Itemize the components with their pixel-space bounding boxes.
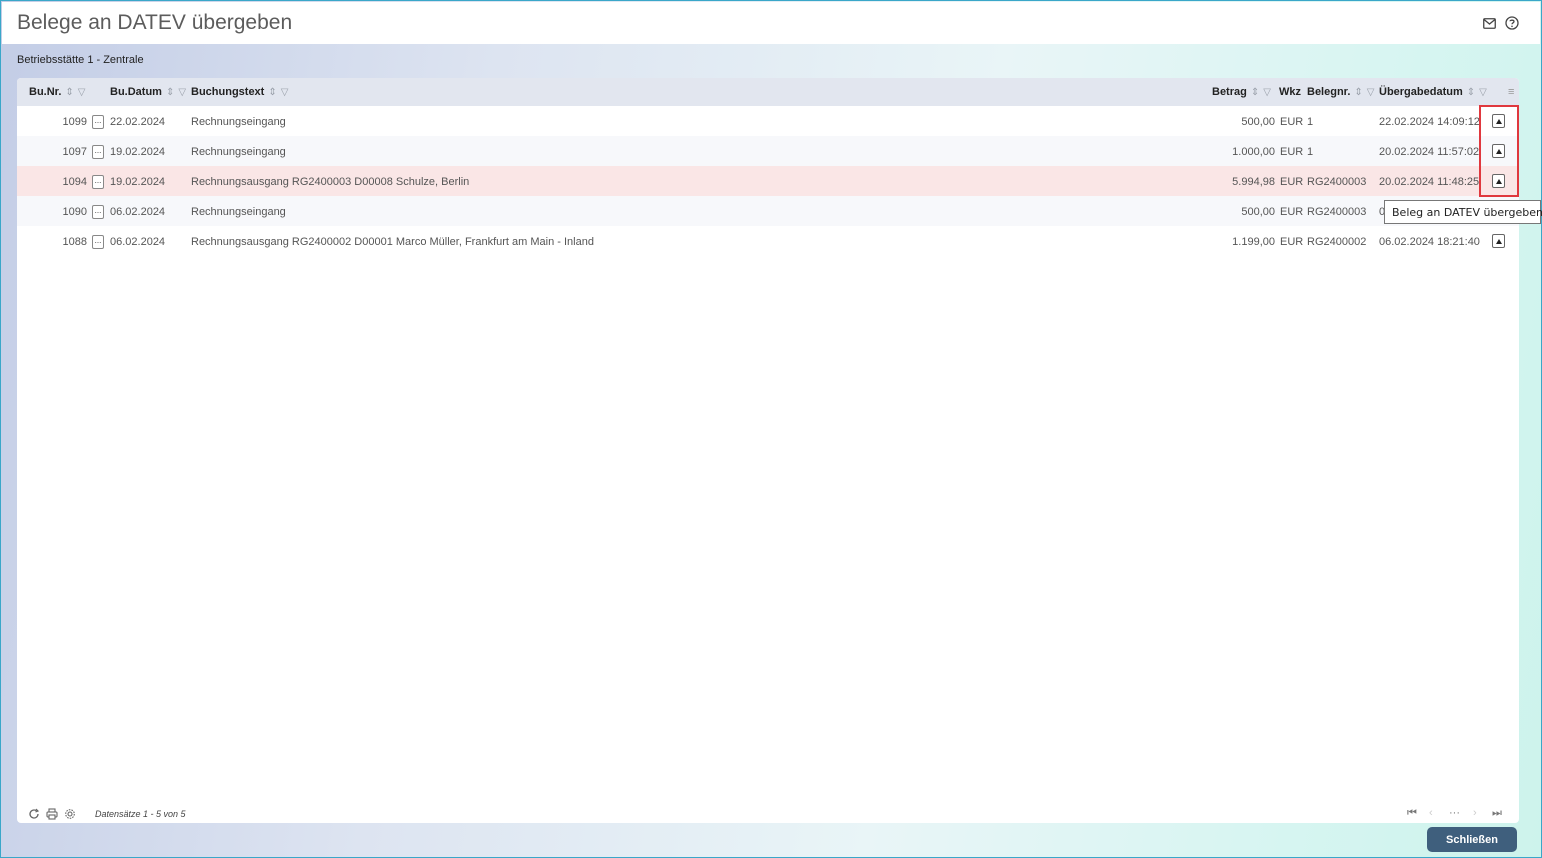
cell-buchungstext: Rechnungsausgang RG2400003 D00008 Schulz… — [191, 176, 470, 188]
cell-uebergabedatum: 20.02.2024 11:48:25 — [1379, 176, 1480, 188]
cell-bunr: 1088 — [62, 236, 87, 248]
cell-bunr: 1097 — [62, 146, 87, 158]
cell-belegnr: 1 — [1307, 116, 1314, 128]
upload-arrow-icon — [1495, 238, 1502, 244]
close-button[interactable]: Schließen — [1427, 827, 1517, 852]
print-icon[interactable] — [45, 807, 59, 821]
cell-bunr: 1090 — [62, 206, 87, 218]
column-header-uebergabedatum[interactable]: Übergabedatum ⇕ ▽ — [1379, 86, 1487, 98]
cell-belegnr: RG2400002 — [1307, 236, 1367, 248]
filter-icon[interactable]: ▽ — [1479, 87, 1487, 98]
filter-icon[interactable]: ▽ — [1263, 87, 1271, 98]
table-row[interactable]: 1090 ... 06.02.2024 Rechnungseingang 500… — [17, 196, 1519, 226]
cell-uebergabedatum: 22.02.2024 14:09:12 — [1379, 116, 1480, 128]
cell-wkz: EUR — [1280, 146, 1304, 158]
sort-icon[interactable]: ⇕ — [1251, 87, 1259, 98]
tooltip: Beleg an DATEV übergeben — [1384, 200, 1542, 224]
filter-icon[interactable]: ▽ — [78, 87, 86, 98]
row-details-button[interactable]: ... — [92, 115, 104, 129]
filter-icon[interactable]: ▽ — [178, 87, 186, 98]
column-header-betrag[interactable]: Betrag ⇕ ▽ — [1212, 86, 1271, 98]
cell-wkz: EUR — [1280, 236, 1304, 248]
table-row-selected[interactable]: 1094 ... 19.02.2024 Rechnungsausgang RG2… — [17, 166, 1519, 196]
dialog-window: Belege an DATEV übergeben Betriebsstätte… — [0, 0, 1542, 858]
cell-buchungstext: Rechnungseingang — [191, 116, 286, 128]
mail-icon[interactable] — [1482, 16, 1496, 30]
row-details-button[interactable]: ... — [92, 145, 104, 159]
cell-budatum: 19.02.2024 — [110, 176, 166, 188]
cell-wkz: EUR — [1280, 176, 1304, 188]
cell-budatum: 06.02.2024 — [110, 206, 166, 218]
records-count: Datensätze 1 - 5 von 5 — [95, 809, 186, 819]
cell-buchungstext: Rechnungsausgang RG2400002 D00001 Marco … — [191, 236, 594, 248]
cell-uebergabedatum: 06.02.2024 18:21:40 — [1379, 236, 1480, 248]
sort-icon[interactable]: ⇕ — [1354, 87, 1362, 98]
filter-icon[interactable]: ▽ — [1367, 87, 1375, 98]
cell-betrag: 500,00 — [1241, 206, 1275, 218]
help-icon[interactable] — [1505, 16, 1519, 30]
refresh-icon[interactable] — [27, 807, 41, 821]
column-header-belegnr[interactable]: Belegnr. ⇕ ▽ — [1307, 86, 1375, 98]
row-details-button[interactable]: ... — [92, 235, 104, 249]
send-to-datev-button[interactable] — [1492, 234, 1505, 248]
cell-betrag: 500,00 — [1241, 116, 1275, 128]
cell-betrag: 1.199,00 — [1232, 236, 1275, 248]
cell-betrag: 1.000,00 — [1232, 146, 1275, 158]
next-page-icon[interactable]: › — [1473, 807, 1477, 819]
title-bar: Belege an DATEV übergeben — [2, 2, 1540, 44]
cell-bunr: 1099 — [62, 116, 87, 128]
previous-page-icon[interactable]: ‹ — [1429, 807, 1433, 819]
column-header-buchungstext[interactable]: Buchungstext ⇕ ▽ — [191, 86, 288, 98]
cell-budatum: 19.02.2024 — [110, 146, 166, 158]
column-header-budatum[interactable]: Bu.Datum ⇕ ▽ — [110, 86, 186, 98]
cell-wkz: EUR — [1280, 116, 1304, 128]
sort-icon[interactable]: ⇕ — [166, 87, 174, 98]
cell-belegnr: RG2400003 — [1307, 206, 1367, 218]
cell-buchungstext: Rechnungseingang — [191, 146, 286, 158]
cell-budatum: 22.02.2024 — [110, 116, 166, 128]
first-page-icon[interactable]: ⏮ — [1407, 807, 1417, 820]
cell-wkz: EUR — [1280, 206, 1304, 218]
row-details-button[interactable]: ... — [92, 205, 104, 219]
table-row[interactable]: 1099 ... 22.02.2024 Rechnungseingang 500… — [17, 106, 1519, 136]
settings-icon[interactable] — [63, 807, 77, 821]
sort-icon[interactable]: ⇕ — [268, 87, 276, 98]
last-page-icon[interactable]: ⏭ — [1492, 807, 1502, 820]
row-details-button[interactable]: ... — [92, 175, 104, 189]
cell-budatum: 06.02.2024 — [110, 236, 166, 248]
column-header-bunr[interactable]: Bu.Nr. ⇕ ▽ — [29, 86, 86, 98]
dialog-title: Belege an DATEV übergeben — [17, 11, 293, 34]
column-header-wkz[interactable]: Wkz — [1279, 86, 1301, 98]
sort-icon[interactable]: ⇕ — [65, 87, 73, 98]
cell-buchungstext: Rechnungseingang — [191, 206, 286, 218]
cell-belegnr: 1 — [1307, 146, 1314, 158]
annotation-highlight-box — [1479, 105, 1519, 197]
cell-uebergabedatum: 20.02.2024 11:57:02 — [1379, 146, 1480, 158]
column-menu-icon[interactable]: ≡ — [1508, 86, 1514, 98]
table-row[interactable]: 1088 ... 06.02.2024 Rechnungsausgang RG2… — [17, 226, 1519, 256]
page-more[interactable]: ··· — [1449, 807, 1460, 819]
table-panel: Bu.Nr. ⇕ ▽ Bu.Datum ⇕ ▽ Buchungstext ⇕ ▽ Betra… — [17, 78, 1519, 823]
location-label: Betriebsstätte 1 - Zentrale — [17, 54, 144, 66]
filter-icon[interactable]: ▽ — [281, 87, 289, 98]
sort-icon[interactable]: ⇕ — [1467, 87, 1475, 98]
cell-belegnr: RG2400003 — [1307, 176, 1367, 188]
cell-betrag: 5.994,98 — [1232, 176, 1275, 188]
table-header: Bu.Nr. ⇕ ▽ Bu.Datum ⇕ ▽ Buchungstext ⇕ ▽ Betra… — [17, 78, 1519, 106]
cell-bunr: 1094 — [62, 176, 87, 188]
table-row[interactable]: 1097 ... 19.02.2024 Rechnungseingang 1.0… — [17, 136, 1519, 166]
